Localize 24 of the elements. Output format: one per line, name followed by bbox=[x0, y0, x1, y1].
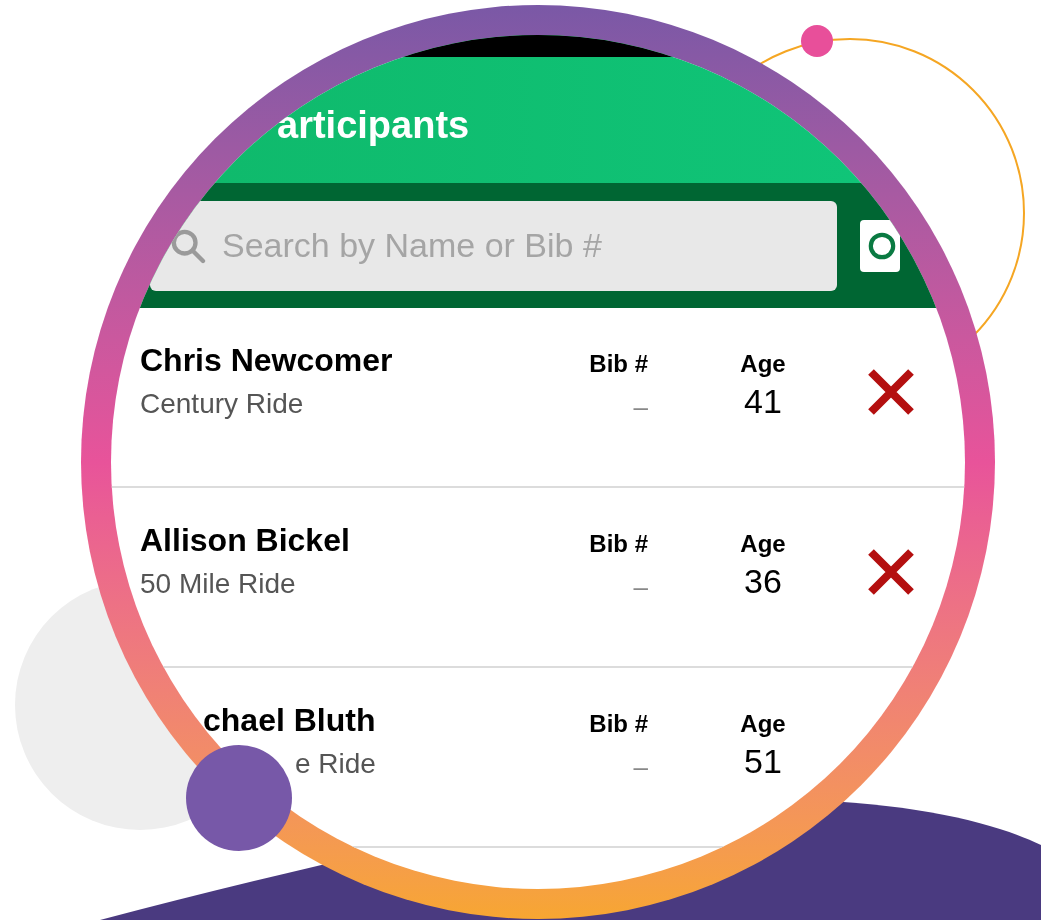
event-name: Century Ride bbox=[139, 390, 305, 418]
age-label: Age bbox=[740, 352, 786, 376]
age-label: Age bbox=[740, 532, 786, 556]
bib-label: Bib # bbox=[589, 712, 648, 736]
participant-name: Allison Bickel bbox=[139, 524, 351, 556]
circle-icon bbox=[868, 231, 896, 260]
participant-name: Chris Newcomer bbox=[139, 344, 394, 376]
close-icon bbox=[866, 547, 916, 597]
close-icon bbox=[866, 367, 916, 417]
participant-name: chael Bluth bbox=[202, 704, 377, 736]
bib-number: – bbox=[633, 754, 648, 780]
bib-number: – bbox=[633, 394, 648, 420]
header-title: articipants bbox=[277, 106, 470, 144]
bib-number: – bbox=[633, 574, 648, 600]
age-value: 41 bbox=[744, 384, 782, 418]
event-name: e Ride bbox=[294, 750, 377, 778]
scan-button[interactable] bbox=[860, 219, 900, 272]
age-label: Age bbox=[740, 712, 786, 736]
event-name: 50 Mile Ride bbox=[139, 570, 297, 598]
bib-label: Bib # bbox=[589, 532, 648, 556]
search-field[interactable]: Search by Name or Bib # bbox=[150, 200, 837, 291]
bib-label: Bib # bbox=[589, 352, 648, 376]
age-value: 51 bbox=[744, 744, 782, 778]
age-value: 36 bbox=[744, 564, 782, 598]
